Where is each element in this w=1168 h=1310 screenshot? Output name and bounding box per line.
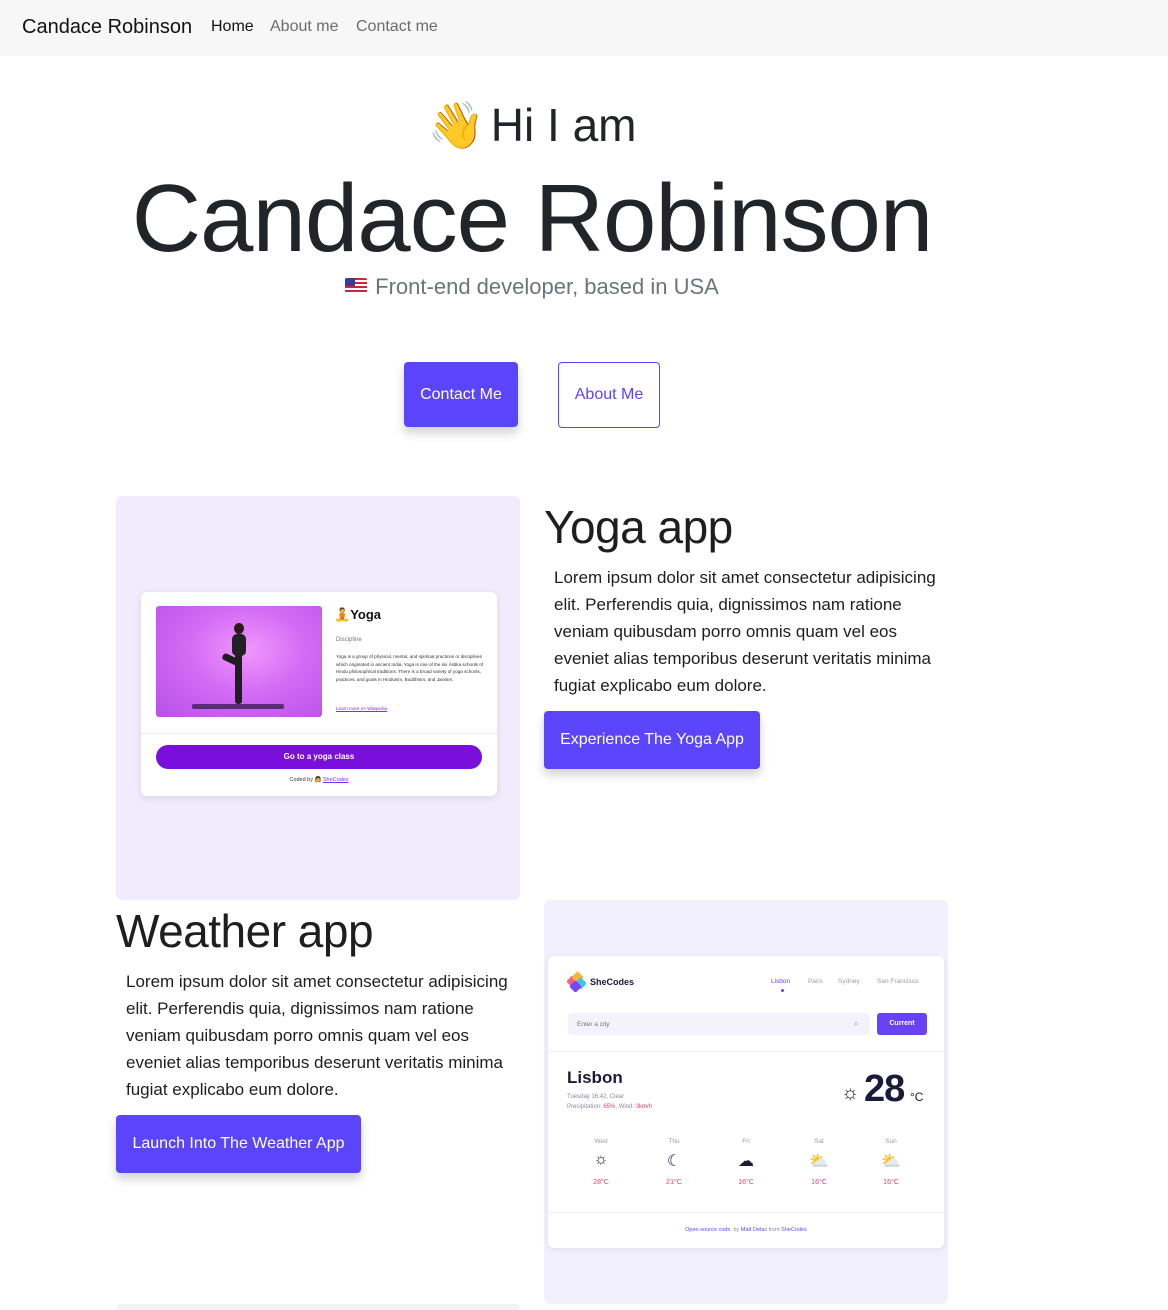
forecast-day: Sun bbox=[885, 1138, 897, 1145]
weather-preview-city-link: San Francisco bbox=[877, 978, 919, 985]
nav-link-home[interactable]: Home bbox=[211, 18, 254, 36]
forecast-temp: 28°C bbox=[593, 1179, 609, 1186]
hero-greeting: 👋 Hi I am bbox=[0, 98, 1064, 153]
waving-hand-icon: 👋 bbox=[427, 99, 485, 151]
forecast-temp: 16°C bbox=[738, 1179, 754, 1186]
hero-name: Candace Robinson bbox=[131, 165, 934, 272]
next-project-panel bbox=[116, 1304, 520, 1310]
weather-preview-current-button: Current bbox=[877, 1013, 927, 1035]
forecast-day: Wed bbox=[594, 1138, 608, 1145]
yoga-preview-title: 🧘Yoga bbox=[334, 607, 382, 622]
search-icon: ⌕ bbox=[854, 1019, 859, 1028]
weather-preview-unit: °C bbox=[910, 1090, 924, 1104]
weather-app-button[interactable]: Launch Into The Weather App bbox=[116, 1115, 361, 1173]
forecast-day: Thu bbox=[668, 1138, 680, 1145]
yoga-preview-wiki-link: Learn more on Wikipedia bbox=[336, 706, 388, 711]
yoga-app-button[interactable]: Experience The Yoga App bbox=[544, 711, 760, 769]
yoga-app-screenshot: 🧘Yoga Discipline Yoga is a group of phys… bbox=[141, 592, 497, 796]
forecast-day: Sat bbox=[814, 1138, 824, 1145]
nav-link-about[interactable]: About me bbox=[270, 18, 338, 36]
weather-preview-city: Lisbon bbox=[567, 1068, 623, 1087]
yoga-preview-button: Go to a yoga class bbox=[156, 745, 482, 769]
weather-preview-footer: Open-source code, by Matt Delac from She… bbox=[685, 1227, 807, 1233]
yoga-preview-description: Yoga is a group of physical, mental, and… bbox=[336, 654, 484, 682]
weather-preview-city-link: Lisbon bbox=[771, 978, 791, 985]
cloud-icon: ☁ bbox=[738, 1153, 754, 1170]
weather-preview-search-input bbox=[568, 1013, 870, 1035]
weather-app-screenshot: SheCodes Lisbon Paris Sydney San Francis… bbox=[548, 956, 944, 1248]
weather-preview-city-link: Paris bbox=[808, 978, 823, 985]
project-text-yoga: Lorem ipsum dolor sit amet consectetur a… bbox=[554, 568, 936, 695]
moon-icon: ☾ bbox=[666, 1153, 682, 1170]
forecast-temp: 16°C bbox=[883, 1179, 899, 1186]
forecast-temp: 21°C bbox=[666, 1179, 682, 1186]
forecast-day: Fri bbox=[742, 1138, 750, 1145]
weather-preview-brand: SheCodes bbox=[590, 977, 635, 987]
partly-cloudy-icon: ⛅ bbox=[809, 1153, 829, 1170]
hero-subtitle: Front-end developer, based in USA bbox=[0, 274, 1064, 300]
weather-preview-details: Precipitation: 65%, Wind: 3km/h bbox=[567, 1104, 653, 1110]
yoga-photo bbox=[156, 606, 322, 717]
project-title-weather: Weather app bbox=[116, 905, 374, 957]
yoga-preview-discipline: Discipline bbox=[336, 637, 362, 643]
shecodes-logo-icon bbox=[566, 971, 587, 993]
sun-icon: ☼ bbox=[841, 1082, 860, 1104]
nav-link-contact[interactable]: Contact me bbox=[356, 18, 438, 36]
project-title-yoga: Yoga app bbox=[544, 501, 733, 553]
hero-subtitle-text: Front-end developer, based in USA bbox=[375, 274, 719, 299]
about-me-button[interactable]: About Me bbox=[558, 362, 660, 428]
weather-preview-city-link: Sydney bbox=[838, 978, 860, 985]
navbar: Candace Robinson Home About me Contact m… bbox=[0, 0, 1168, 56]
contact-me-button[interactable]: Contact Me bbox=[404, 362, 518, 427]
us-flag-icon bbox=[345, 278, 368, 293]
forecast-temp: 16°C bbox=[811, 1179, 827, 1186]
partly-sunny-icon: ⛅ bbox=[881, 1153, 901, 1170]
hero-greeting-text: Hi I am bbox=[490, 99, 637, 151]
yoga-preview-credit: Coded by 👩 SheCodes bbox=[289, 777, 349, 783]
weather-preview-temperature: 28 bbox=[864, 1068, 905, 1110]
project-text-weather: Lorem ipsum dolor sit amet consectetur a… bbox=[126, 972, 508, 1099]
sun-icon: ☼ bbox=[593, 1151, 609, 1168]
weather-preview-date: Tuesday 16:42, Clear bbox=[567, 1094, 625, 1100]
meditation-icon: 🧘 bbox=[334, 607, 351, 622]
navbar-brand[interactable]: Candace Robinson bbox=[22, 16, 192, 39]
